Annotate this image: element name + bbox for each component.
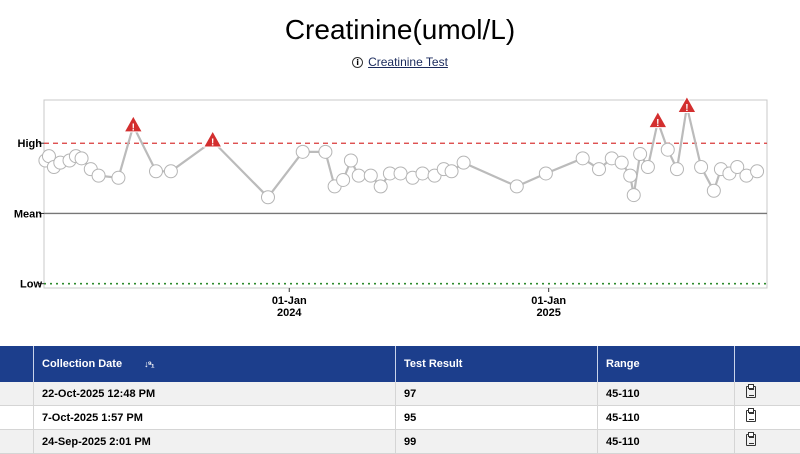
data-point <box>641 160 654 173</box>
data-point <box>615 156 628 169</box>
row-actions <box>735 430 800 454</box>
header-collection-date-label: Collection Date <box>42 358 122 370</box>
row-blank <box>0 382 34 406</box>
page-title: Creatinine(umol/L) <box>0 14 800 46</box>
data-point <box>634 148 647 161</box>
data-point <box>319 145 332 158</box>
data-point <box>337 173 350 186</box>
x-tick-label: 01-Jan <box>531 295 566 307</box>
data-point <box>695 160 708 173</box>
data-point <box>344 154 357 167</box>
results-table: Collection Date ↓⁹₁ Test Result Range 22-… <box>0 346 800 454</box>
data-point <box>352 169 365 182</box>
data-point <box>751 165 764 178</box>
data-point <box>149 165 162 178</box>
clipboard-icon[interactable] <box>746 410 756 422</box>
info-icon: i <box>352 57 363 68</box>
alert-icon: ! <box>132 122 135 133</box>
row-collection-date: 22-Oct-2025 12:48 PM <box>34 382 396 406</box>
table-row[interactable]: 7-Oct-2025 1:57 PM9545-110 <box>0 406 800 430</box>
header-collection-date[interactable]: Collection Date ↓⁹₁ <box>34 346 396 382</box>
alert-icon: ! <box>656 118 659 129</box>
row-collection-date: 7-Oct-2025 1:57 PM <box>34 406 396 430</box>
data-point <box>75 152 88 165</box>
data-point <box>112 171 125 184</box>
creatinine-test-link[interactable]: Creatinine Test <box>368 55 448 69</box>
data-point <box>661 143 674 156</box>
x-tick-year-label: 2025 <box>536 307 560 319</box>
header-range: Range <box>598 346 735 382</box>
alert-icon: ! <box>211 138 214 149</box>
sort-icon[interactable]: ↓⁹₁ <box>144 359 154 369</box>
data-point <box>627 189 640 202</box>
low-label: Low <box>20 279 42 291</box>
data-point <box>164 165 177 178</box>
data-point <box>92 169 105 182</box>
data-point <box>624 169 637 182</box>
data-point <box>510 180 523 193</box>
data-point <box>445 165 458 178</box>
header-test-result: Test Result <box>396 346 598 382</box>
data-point <box>364 169 377 182</box>
mean-label: Mean <box>14 208 42 220</box>
row-actions <box>735 406 800 430</box>
row-collection-date: 24-Sep-2025 2:01 PM <box>34 430 396 454</box>
row-range: 45-110 <box>598 382 735 406</box>
clipboard-icon[interactable] <box>746 386 756 398</box>
high-label: High <box>18 138 43 150</box>
row-test-result: 99 <box>396 430 598 454</box>
table-header-row: Collection Date ↓⁹₁ Test Result Range <box>0 346 800 382</box>
data-point <box>593 163 606 176</box>
creatinine-chart: HighMeanLow01-Jan202401-Jan2025!!!! <box>0 92 800 322</box>
data-point <box>707 184 720 197</box>
data-point <box>374 180 387 193</box>
data-point <box>670 163 683 176</box>
data-point <box>261 191 274 204</box>
x-tick-year-label: 2024 <box>277 307 302 319</box>
header-blank <box>0 346 34 382</box>
row-blank <box>0 430 34 454</box>
test-info: i Creatinine Test <box>0 55 800 69</box>
table-row[interactable]: 22-Oct-2025 12:48 PM9745-110 <box>0 382 800 406</box>
data-point <box>539 167 552 180</box>
clipboard-icon[interactable] <box>746 434 756 446</box>
data-point <box>416 167 429 180</box>
data-point <box>576 152 589 165</box>
alert-icon: ! <box>685 103 688 114</box>
data-point <box>394 167 407 180</box>
row-actions <box>735 382 800 406</box>
header-actions <box>735 346 800 382</box>
data-point <box>296 145 309 158</box>
row-range: 45-110 <box>598 430 735 454</box>
row-blank <box>0 406 34 430</box>
table-row[interactable]: 24-Sep-2025 2:01 PM9945-110 <box>0 430 800 454</box>
x-tick-label: 01-Jan <box>272 295 307 307</box>
row-range: 45-110 <box>598 406 735 430</box>
data-point <box>457 156 470 169</box>
row-test-result: 95 <box>396 406 598 430</box>
row-test-result: 97 <box>396 382 598 406</box>
